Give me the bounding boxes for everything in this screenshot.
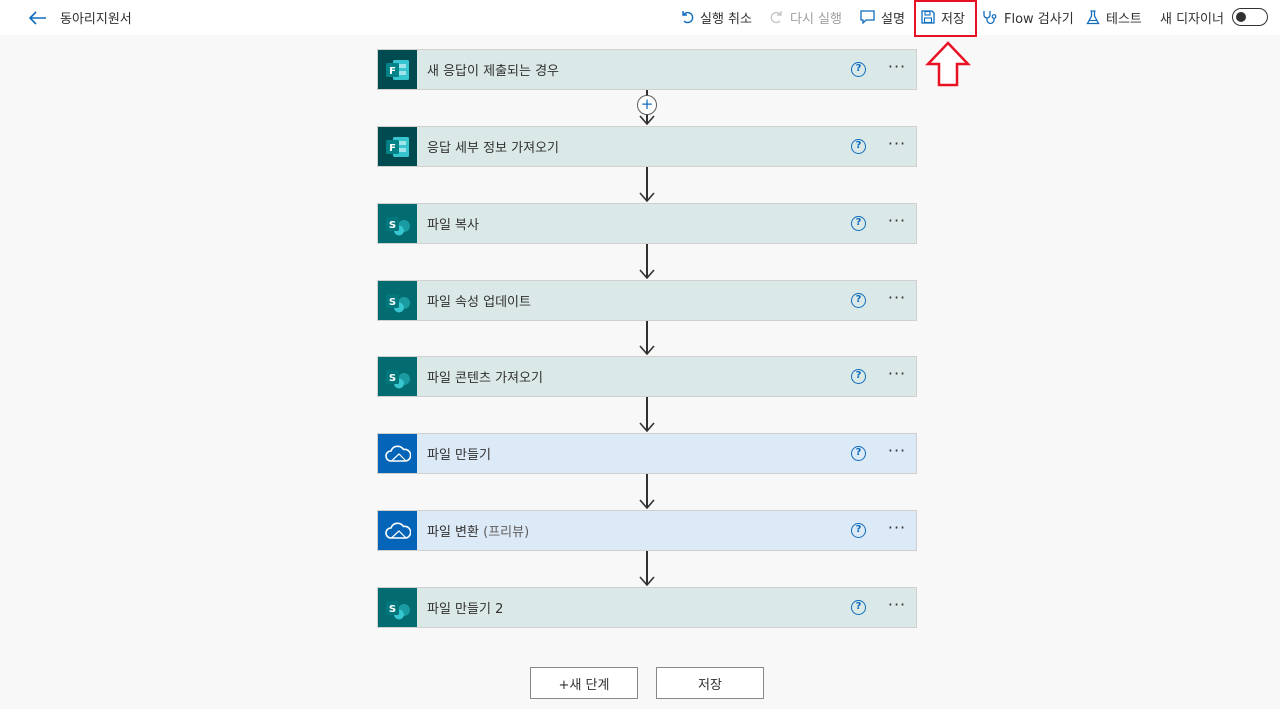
back-button[interactable] (26, 6, 50, 30)
flask-icon (1086, 9, 1100, 24)
flow-step-title: 파일 만들기 (427, 444, 916, 463)
stethoscope-icon (983, 10, 997, 24)
connector-arrow-icon (639, 345, 655, 355)
flow-step-title: 응답 세부 정보 가져오기 (427, 137, 916, 156)
svg-text:S: S (388, 220, 395, 231)
connector-arrow-icon (639, 499, 655, 509)
connector-arrow-icon (639, 422, 655, 432)
connector-arrow-icon (639, 269, 655, 279)
more-options-icon[interactable]: ··· (884, 289, 910, 311)
svg-text:F: F (389, 143, 396, 154)
onedrive-icon (378, 511, 417, 550)
flow-step-title-text: 파일 복사 (427, 218, 479, 233)
flow-step-title: 파일 만들기 2 (427, 598, 916, 617)
flow-step-title-text: 새 응답이 제출되는 경우 (427, 64, 559, 79)
more-options-icon[interactable]: ··· (884, 135, 910, 157)
flow-step-title: 파일 변환 (프리뷰) (427, 521, 916, 540)
redo-icon (770, 11, 782, 24)
flow-step-title: 파일 속성 업데이트 (427, 291, 916, 310)
flow-step-card[interactable]: S 파일 속성 업데이트? ··· (377, 280, 917, 321)
flow-step-title-text: 응답 세부 정보 가져오기 (427, 141, 559, 156)
test-button[interactable]: 테스트 (1086, 6, 1142, 28)
flow-step-card[interactable]: S 파일 콘텐츠 가져오기? ··· (377, 356, 917, 397)
flow-step-title: 파일 콘텐츠 가져오기 (427, 367, 916, 386)
help-icon[interactable]: ? (851, 139, 866, 154)
undo-icon (682, 11, 694, 24)
flow-step-card[interactable]: 파일 만들기? ··· (377, 433, 917, 474)
comment-icon (860, 10, 875, 24)
connector-arrow-icon (639, 192, 655, 202)
new-designer-toggle-group: 새 디자이너 (1160, 6, 1268, 28)
flow-step-title: 새 응답이 제출되는 경우 (427, 60, 916, 79)
connector-arrow-icon (639, 115, 655, 125)
new-step-button[interactable]: +새 단계 (530, 667, 638, 699)
flow-checker-button[interactable]: Flow 검사기 (982, 6, 1074, 28)
onedrive-icon (378, 434, 417, 473)
sharepoint-icon: S (378, 357, 417, 396)
arrow-left-icon (29, 11, 46, 25)
annotation-up-arrow-icon (925, 41, 971, 87)
new-designer-label: 새 디자이너 (1160, 11, 1224, 27)
forms-icon: F (378, 50, 417, 89)
flow-step-title-text: 파일 변환 (427, 525, 479, 540)
svg-text:S: S (388, 604, 395, 615)
test-label: 테스트 (1106, 11, 1142, 27)
sharepoint-icon: S (378, 204, 417, 243)
flow-step-card[interactable]: S 파일 만들기 2? ··· (377, 587, 917, 628)
more-options-icon[interactable]: ··· (884, 212, 910, 234)
connector-arrow-icon (639, 576, 655, 586)
flow-step-title-text: 파일 만들기 2 (427, 602, 504, 617)
comment-label: 설명 (881, 11, 905, 27)
save-highlight-box (914, 0, 977, 37)
toggle-knob (1235, 12, 1246, 22)
redo-label: 다시 실행 (790, 11, 842, 27)
sharepoint-icon: S (378, 588, 417, 627)
more-options-icon[interactable]: ··· (884, 58, 910, 80)
help-icon[interactable]: ? (851, 523, 866, 538)
help-icon[interactable]: ? (851, 293, 866, 308)
flow-step-card[interactable]: S 파일 복사? ··· (377, 203, 917, 244)
flow-step-card[interactable]: F 새 응답이 제출되는 경우? ··· (377, 49, 917, 90)
sharepoint-icon: S (378, 281, 417, 320)
more-options-icon[interactable]: ··· (884, 365, 910, 387)
more-options-icon[interactable]: ··· (884, 596, 910, 618)
flow-title: 동아리지원서 (60, 12, 132, 27)
more-options-icon[interactable]: ··· (884, 519, 910, 541)
svg-text:S: S (388, 297, 395, 308)
redo-button[interactable]: 다시 실행 (770, 6, 842, 28)
flow-step-title: 파일 복사 (427, 214, 916, 233)
flow-step-card[interactable]: 파일 변환 (프리뷰)? ··· (377, 510, 917, 551)
flow-step-title-text: 파일 속성 업데이트 (427, 295, 531, 310)
more-options-icon[interactable]: ··· (884, 442, 910, 464)
save-button[interactable]: 저장 (656, 667, 764, 699)
help-icon[interactable]: ? (851, 216, 866, 231)
flow-step-title-text: 파일 콘텐츠 가져오기 (427, 371, 543, 386)
flow-checker-label: Flow 검사기 (1004, 11, 1074, 27)
forms-icon: F (378, 127, 417, 166)
svg-text:F: F (389, 66, 396, 77)
help-icon[interactable]: ? (851, 446, 866, 461)
flow-step-subtitle: (프리뷰) (478, 525, 530, 540)
help-icon[interactable]: ? (851, 600, 866, 615)
flow-step-title-text: 파일 만들기 (427, 448, 491, 463)
undo-button[interactable]: 실행 취소 (680, 6, 752, 28)
undo-label: 실행 취소 (700, 11, 752, 27)
svg-text:S: S (388, 373, 395, 384)
help-icon[interactable]: ? (851, 62, 866, 77)
command-bar: 동아리지원서 실행 취소 다시 실행 설명 저장 Flow 검사기 테스트 새 … (0, 0, 1280, 35)
comment-button[interactable]: 설명 (860, 6, 905, 28)
flow-step-card[interactable]: F 응답 세부 정보 가져오기? ··· (377, 126, 917, 167)
help-icon[interactable]: ? (851, 369, 866, 384)
new-designer-toggle[interactable] (1231, 8, 1268, 26)
insert-step-button[interactable]: + (637, 95, 657, 115)
